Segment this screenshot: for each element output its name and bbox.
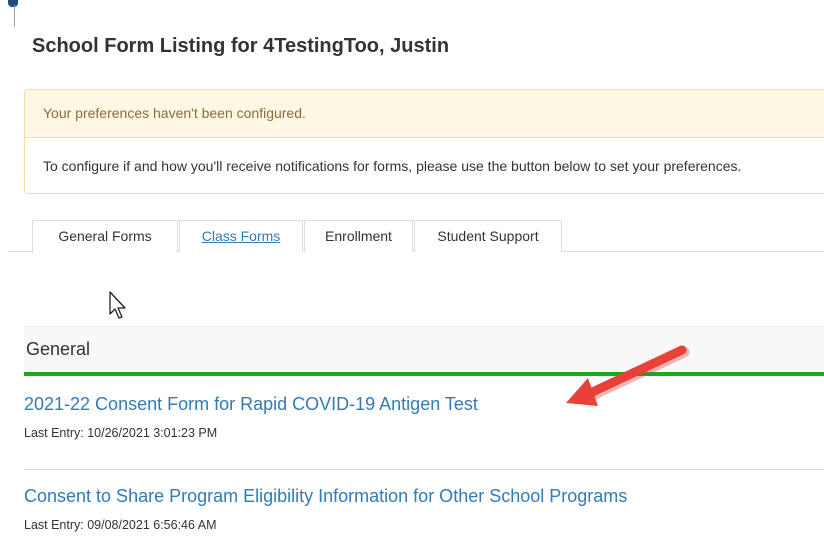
form-last-entry: Last Entry: 10/26/2021 3:01:23 PM xyxy=(24,426,218,440)
form-tabs: General Forms Class Forms Enrollment Stu… xyxy=(8,220,824,253)
tab-enrollment[interactable]: Enrollment xyxy=(304,220,413,252)
section-rule xyxy=(24,372,824,376)
tab-label: Student Support xyxy=(437,228,539,244)
form-list-item: Consent to Share Program Eligibility Inf… xyxy=(24,484,824,532)
tab-label: General Forms xyxy=(58,228,152,244)
corner-divider xyxy=(14,5,15,27)
tab-label: Class Forms xyxy=(201,228,281,244)
preferences-notice: Your preferences haven't been configured… xyxy=(24,89,824,194)
form-link-covid-consent[interactable]: 2021-22 Consent Form for Rapid COVID-19 … xyxy=(24,392,824,416)
mouse-pointer-icon xyxy=(109,291,126,319)
list-divider xyxy=(24,469,824,470)
tab-student-support[interactable]: Student Support xyxy=(414,220,562,252)
tab-general-forms[interactable]: General Forms xyxy=(32,220,178,253)
tab-label: Enrollment xyxy=(325,228,392,244)
form-last-entry: Last Entry: 09/08/2021 6:56:46 AM xyxy=(24,518,217,532)
page-title: School Form Listing for 4TestingToo, Jus… xyxy=(32,35,450,57)
tab-class-forms[interactable]: Class Forms xyxy=(179,220,303,252)
form-link-program-eligibility[interactable]: Consent to Share Program Eligibility Inf… xyxy=(24,484,824,508)
notice-heading: Your preferences haven't been configured… xyxy=(25,90,824,138)
form-list-item: 2021-22 Consent Form for Rapid COVID-19 … xyxy=(24,392,824,440)
corner-logo-fragment xyxy=(8,0,18,7)
section-title: General xyxy=(26,339,91,359)
notice-body: To configure if and how you'll receive n… xyxy=(43,158,742,174)
section-header-general: General xyxy=(24,326,824,372)
red-arrow-annotation xyxy=(566,345,690,406)
